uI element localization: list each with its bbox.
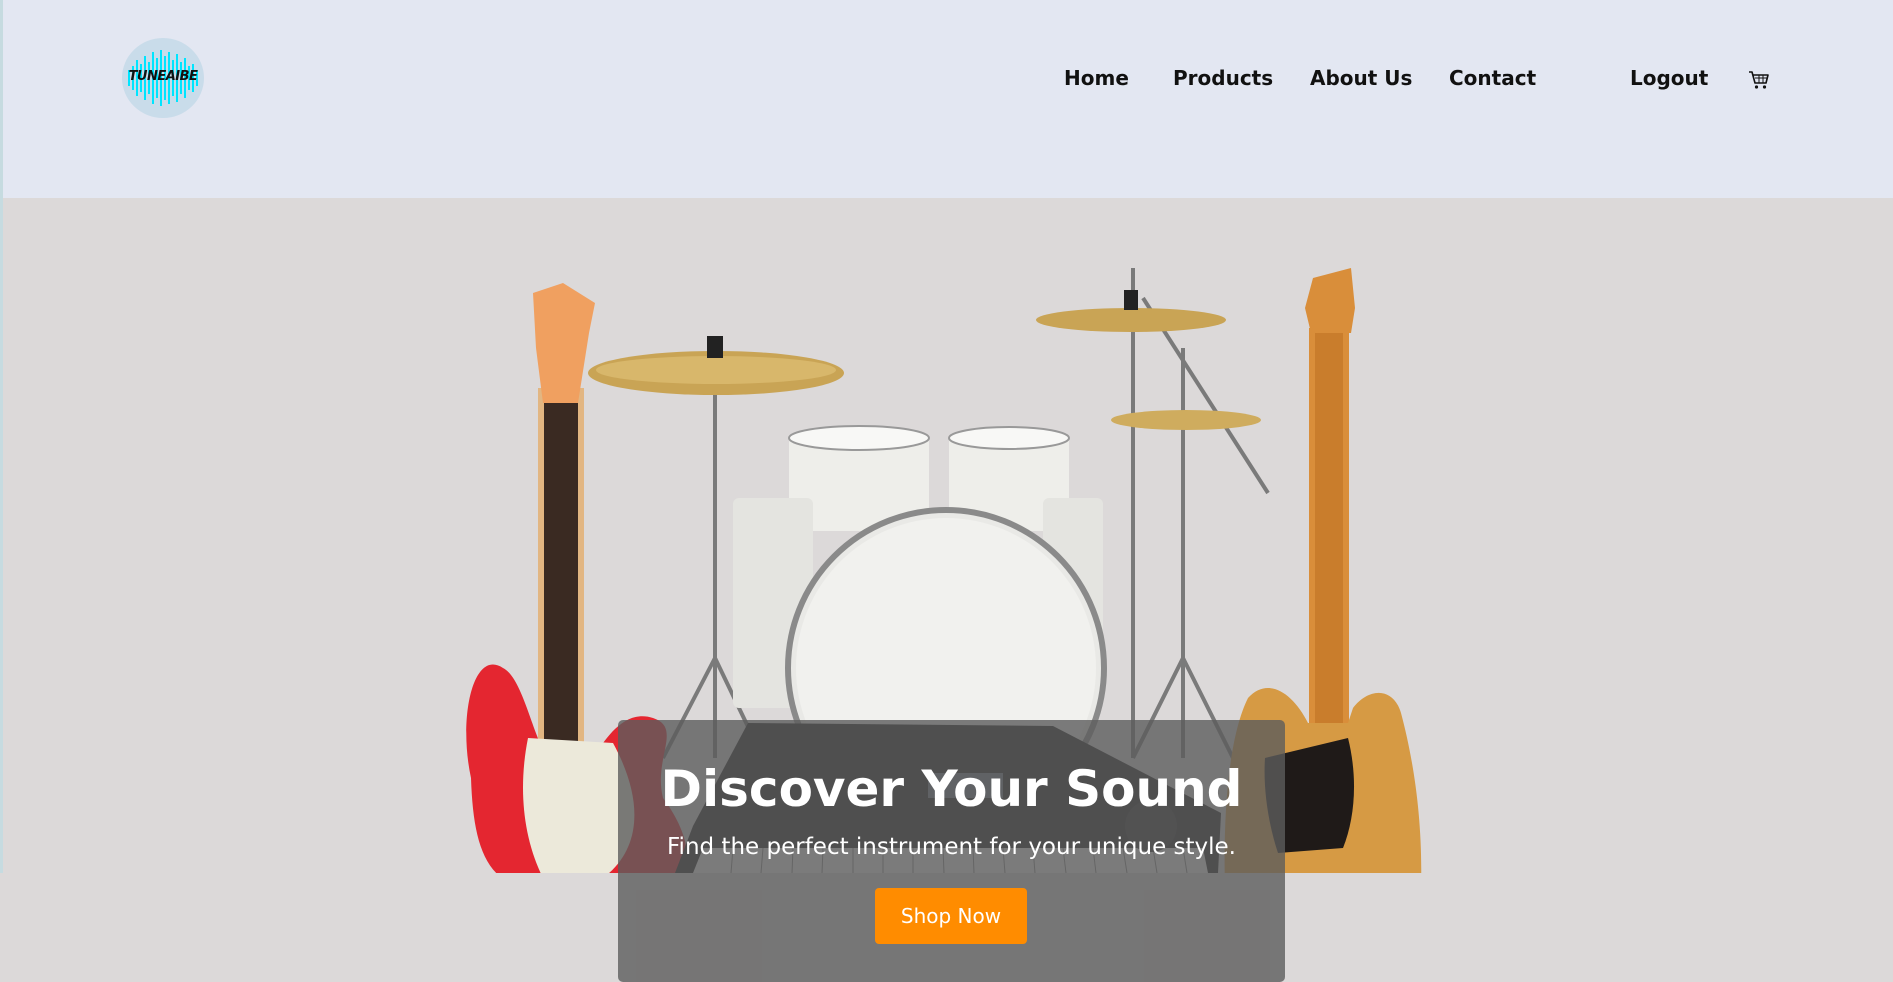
- brand-logo[interactable]: TUNEAIBE: [122, 38, 204, 118]
- hero-subtitle: Find the perfect instrument for your uni…: [667, 834, 1236, 860]
- nav-home[interactable]: Home: [1064, 66, 1129, 90]
- ride-cymbal: [1036, 308, 1226, 332]
- nav-about-us[interactable]: About Us: [1310, 66, 1412, 90]
- hero-section: Discover Your Sound Find the perfect ins…: [3, 198, 1893, 982]
- nav-products[interactable]: Products: [1173, 66, 1273, 90]
- hero-overlay: Discover Your Sound Find the perfect ins…: [618, 720, 1285, 982]
- hihat-cymbal: [1111, 410, 1261, 430]
- navbar: TUNEAIBE Home Products About Us Contact …: [3, 0, 1893, 198]
- cart-icon[interactable]: [1748, 70, 1770, 90]
- logout-link[interactable]: Logout: [1630, 66, 1708, 90]
- shop-now-button[interactable]: Shop Now: [875, 888, 1027, 944]
- hero-title: Discover Your Sound: [660, 760, 1243, 818]
- brand-name: TUNEAIBE: [128, 69, 198, 84]
- nav-contact[interactable]: Contact: [1449, 66, 1536, 90]
